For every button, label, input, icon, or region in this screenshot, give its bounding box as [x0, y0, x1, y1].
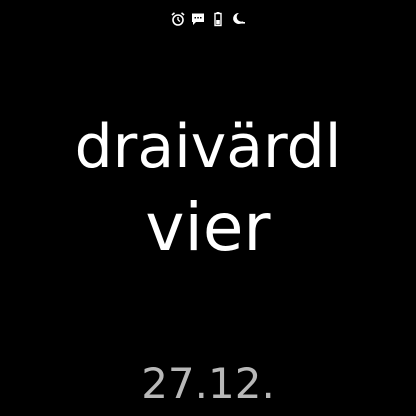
time-text-line-1: draivärdl: [74, 112, 342, 182]
do-not-disturb-icon: [230, 11, 246, 27]
message-icon: [190, 11, 206, 27]
status-bar: [0, 10, 416, 28]
battery-icon: [210, 11, 226, 27]
alarm-icon: [170, 11, 186, 27]
date-text: 27.12.: [141, 359, 275, 408]
time-text-line-2: vier: [145, 189, 271, 266]
